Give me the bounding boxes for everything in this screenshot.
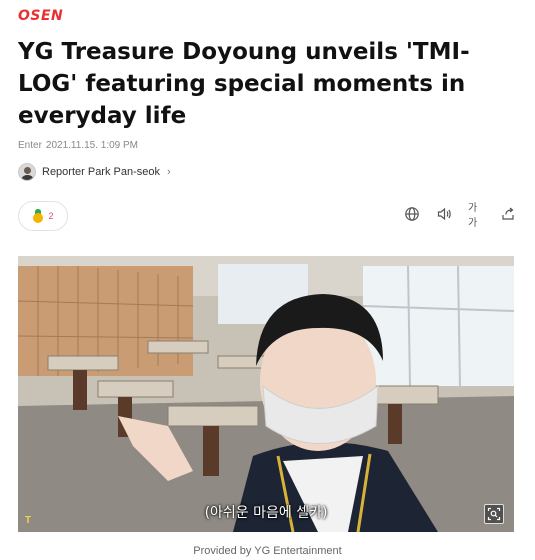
corner-mark: T <box>25 515 32 526</box>
article-toolbar: 가가 <box>404 203 516 229</box>
zoom-icon <box>487 507 501 521</box>
date-prefix: Enter <box>18 140 42 151</box>
reporter-name: Reporter Park Pan-seok <box>42 166 160 178</box>
article-date: Enter 2021.11.15. 1:09 PM <box>18 140 138 151</box>
date-value: 2021.11.15. 1:09 PM <box>45 140 139 151</box>
reporter-link[interactable]: Reporter Park Pan-seok › <box>18 163 171 181</box>
globe-icon[interactable] <box>404 206 420 222</box>
photo-credit: Provided by YG Entertainment <box>193 545 342 557</box>
reaction-count: 2 <box>48 211 54 221</box>
classroom-selfie-image <box>18 256 514 532</box>
zoom-button[interactable] <box>484 504 504 524</box>
site-logo[interactable]: OSEN <box>18 8 63 24</box>
reaction-button[interactable]: 2 <box>18 201 68 231</box>
share-icon[interactable] <box>500 206 516 222</box>
reporter-avatar <box>18 163 36 181</box>
article-headline: YG Treasure Doyoung unveils 'TMI-LOG' fe… <box>18 39 470 129</box>
font-size-icon[interactable]: 가가 <box>468 203 484 229</box>
reaction-icon <box>32 209 44 223</box>
chevron-right-icon: › <box>167 166 171 178</box>
speaker-icon[interactable] <box>436 206 452 222</box>
article-photo[interactable]: (아쉬운 마음에 셀카) T <box>18 256 514 532</box>
video-subtitle: (아쉬운 마음에 셀카) <box>204 505 328 521</box>
